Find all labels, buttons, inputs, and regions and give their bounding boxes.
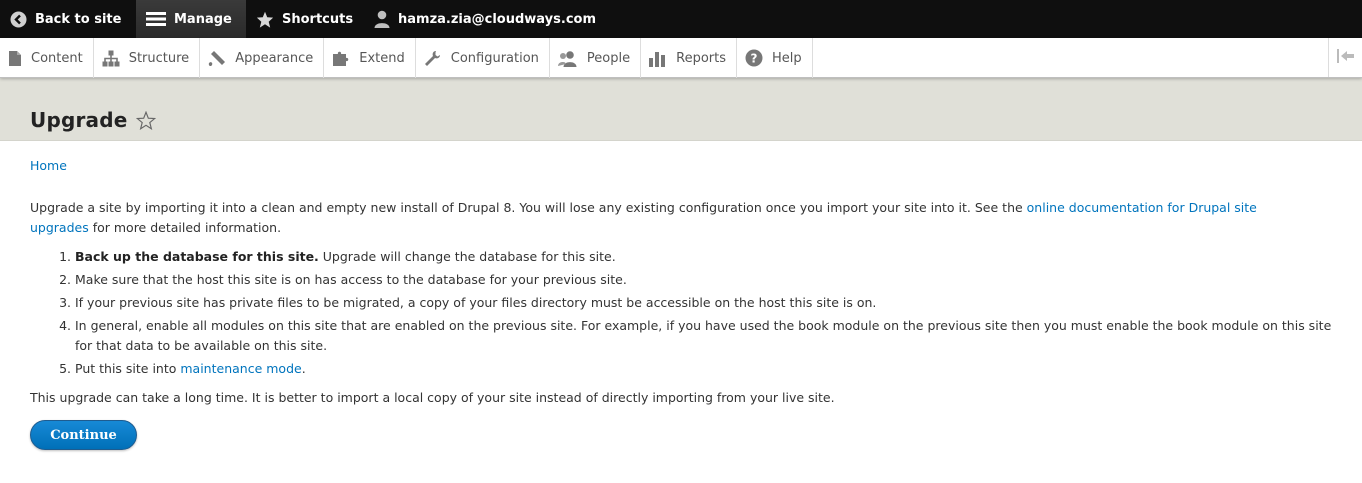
intro-text: Upgrade a site by importing it into a cl…	[30, 200, 1027, 215]
admin-tray: Content Structure Appearance Extend Conf…	[0, 38, 1362, 78]
brush-icon	[208, 50, 226, 67]
continue-button[interactable]: Continue	[30, 420, 137, 450]
list-item: Put this site into maintenance mode.	[75, 359, 1332, 379]
star-icon	[256, 11, 274, 28]
manage-label: Manage	[174, 11, 232, 27]
menu-icon	[146, 11, 166, 27]
chevron-left-circle-icon	[10, 11, 27, 28]
upgrade-steps-list: Back up the database for this site. Upgr…	[30, 247, 1332, 379]
user-icon	[374, 10, 390, 28]
back-to-site-link[interactable]: Back to site	[0, 0, 136, 38]
tray-item-label: Help	[772, 50, 802, 66]
tray-item-label: Extend	[359, 50, 405, 66]
breadcrumb: Home	[30, 158, 1332, 173]
tray-item-reports[interactable]: Reports	[641, 38, 737, 78]
tray-item-extend[interactable]: Extend	[324, 38, 416, 78]
tray-item-content[interactable]: Content	[0, 38, 94, 78]
tray-item-configuration[interactable]: Configuration	[416, 38, 550, 78]
shortcuts-tab[interactable]: Shortcuts	[246, 0, 364, 38]
intro-paragraph: Upgrade a site by importing it into a cl…	[30, 198, 1310, 238]
admin-toolbar: Back to site Manage Shortcuts hamza.zia@…	[0, 0, 1362, 38]
main-content: Home Upgrade a site by importing it into…	[0, 158, 1362, 450]
shortcuts-label: Shortcuts	[282, 11, 354, 27]
tray-spacer	[813, 38, 1328, 77]
puzzle-icon	[332, 50, 350, 67]
page-header: Upgrade	[0, 78, 1362, 141]
step-4-text: In general, enable all modules on this s…	[75, 318, 1332, 353]
step-5-text: Put this site into	[75, 361, 181, 376]
file-icon	[8, 50, 22, 67]
step-2-text: Make sure that the host this site is on …	[75, 272, 627, 287]
svg-text:?: ?	[751, 52, 758, 66]
user-tab[interactable]: hamza.zia@cloudways.com	[364, 0, 606, 38]
long-time-note: This upgrade can take a long time. It is…	[30, 390, 835, 405]
add-shortcut-star-icon[interactable]	[135, 110, 156, 130]
people-icon	[557, 50, 578, 67]
list-item: If your previous site has private files …	[75, 293, 1332, 313]
tray-item-appearance[interactable]: Appearance	[200, 38, 325, 78]
wrench-icon	[424, 50, 442, 67]
back-to-site-label: Back to site	[35, 11, 122, 27]
tray-item-structure[interactable]: Structure	[94, 38, 201, 78]
help-icon: ?	[745, 49, 763, 67]
sitemap-icon	[102, 50, 120, 67]
tray-item-label: People	[586, 50, 631, 66]
tray-item-label: Content	[31, 50, 83, 66]
list-item: Make sure that the host this site is on …	[75, 270, 1332, 290]
tray-item-label: Appearance	[235, 50, 314, 66]
tray-orientation-toggle[interactable]	[1328, 38, 1362, 77]
breadcrumb-home-link[interactable]: Home	[30, 158, 67, 173]
maintenance-mode-link[interactable]: maintenance mode	[180, 361, 301, 376]
tray-item-label: Reports	[676, 50, 726, 66]
tray-item-people[interactable]: People	[550, 38, 642, 78]
tray-item-label: Configuration	[450, 50, 539, 66]
tray-item-label: Structure	[128, 50, 190, 66]
step-1-bold: Back up the database for this site.	[75, 249, 319, 264]
page-title: Upgrade	[30, 108, 128, 132]
collapse-left-icon	[1336, 48, 1355, 67]
user-label: hamza.zia@cloudways.com	[398, 11, 597, 27]
step-1-text: Upgrade will change the database for thi…	[318, 249, 616, 264]
list-item: In general, enable all modules on this s…	[75, 316, 1332, 356]
intro-text-end: for more detailed information.	[88, 220, 282, 235]
step-3-text: If your previous site has private files …	[75, 295, 877, 310]
list-item: Back up the database for this site. Upgr…	[75, 247, 1332, 267]
step-5-end: .	[301, 361, 306, 376]
tray-item-help[interactable]: ? Help	[737, 38, 813, 78]
bar-chart-icon	[649, 50, 667, 67]
manage-tab[interactable]: Manage	[136, 0, 246, 38]
